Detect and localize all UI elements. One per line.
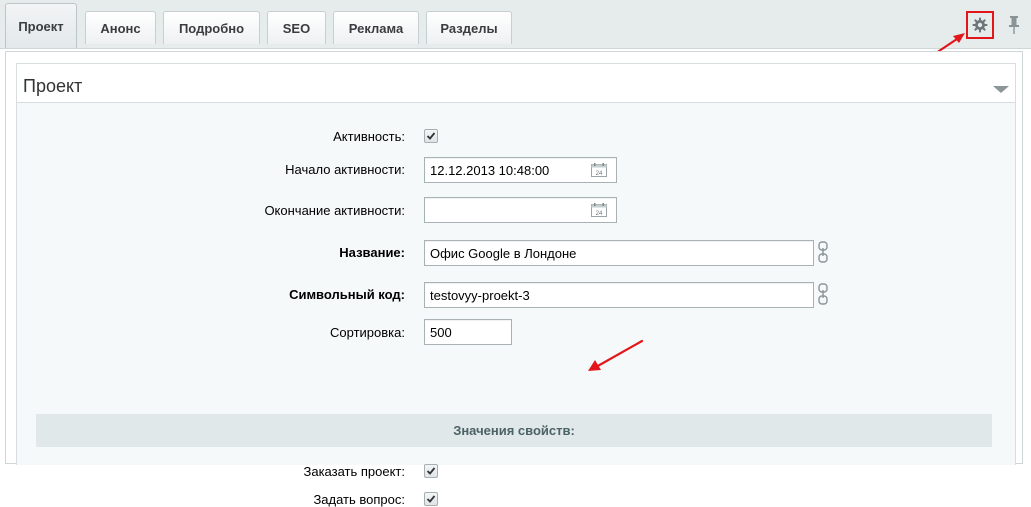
- start-date-label: Начало активности:: [285, 162, 405, 177]
- tab-ads[interactable]: Реклама: [333, 11, 419, 44]
- chain-link-icon[interactable]: [817, 241, 829, 263]
- tab-announce[interactable]: Анонс: [85, 11, 156, 44]
- gear-icon: [972, 17, 988, 33]
- ask-question-label: Задать вопрос:: [313, 492, 405, 507]
- panel-title: Проект: [23, 76, 83, 96]
- end-date-label: Окончание активности:: [264, 203, 405, 218]
- pin-button[interactable]: [1006, 13, 1022, 37]
- svg-text:24: 24: [596, 211, 603, 217]
- panel-header: Проект: [16, 63, 1016, 103]
- code-input[interactable]: [424, 282, 814, 308]
- tab-label: Подробно: [178, 20, 245, 36]
- active-label: Активность:: [333, 129, 405, 144]
- tab-sections[interactable]: Разделы: [426, 11, 512, 44]
- checkmark-icon: [426, 132, 436, 140]
- tab-seo[interactable]: SEO: [267, 11, 326, 44]
- end-date-input[interactable]: [424, 197, 617, 223]
- properties-section-header: Значения свойств:: [36, 414, 992, 447]
- settings-button[interactable]: [966, 11, 994, 39]
- tab-label: Реклама: [348, 20, 404, 36]
- section-title: Значения свойств:: [453, 423, 575, 438]
- tab-label: Проект: [18, 18, 64, 34]
- edit-panel: Проект Активность: Начало активности: 24…: [5, 51, 1023, 507]
- sort-input[interactable]: [424, 319, 512, 345]
- tab-details[interactable]: Подробно: [163, 11, 260, 44]
- active-checkbox[interactable]: [424, 129, 438, 143]
- chain-link-icon[interactable]: [817, 283, 829, 305]
- svg-text:24: 24: [596, 171, 603, 177]
- tab-label: Анонс: [100, 20, 141, 36]
- checkmark-icon: [426, 495, 436, 503]
- order-project-checkbox[interactable]: [424, 464, 438, 478]
- tab-label: Разделы: [440, 20, 498, 36]
- tab-label: SEO: [282, 20, 311, 36]
- ask-question-checkbox[interactable]: [424, 492, 438, 506]
- order-project-label: Заказать проект:: [303, 464, 405, 479]
- sort-label: Сортировка:: [330, 325, 405, 340]
- name-input[interactable]: [424, 240, 814, 266]
- name-label: Название:: [339, 245, 405, 260]
- annotation-arrow-section: [588, 339, 644, 371]
- tab-bar: Проект Анонс Подробно SEO Реклама Раздел…: [0, 0, 1031, 49]
- collapse-icon[interactable]: [993, 86, 1009, 93]
- checkmark-icon: [426, 467, 436, 475]
- form-content: Активность: Начало активности: 24 Оконча…: [16, 103, 1016, 507]
- pin-icon: [1009, 16, 1019, 34]
- code-label: Символьный код:: [289, 287, 405, 302]
- tab-project[interactable]: Проект: [5, 3, 77, 48]
- calendar-icon[interactable]: 24: [591, 203, 607, 217]
- start-date-input[interactable]: [424, 157, 617, 183]
- calendar-icon[interactable]: 24: [591, 163, 607, 177]
